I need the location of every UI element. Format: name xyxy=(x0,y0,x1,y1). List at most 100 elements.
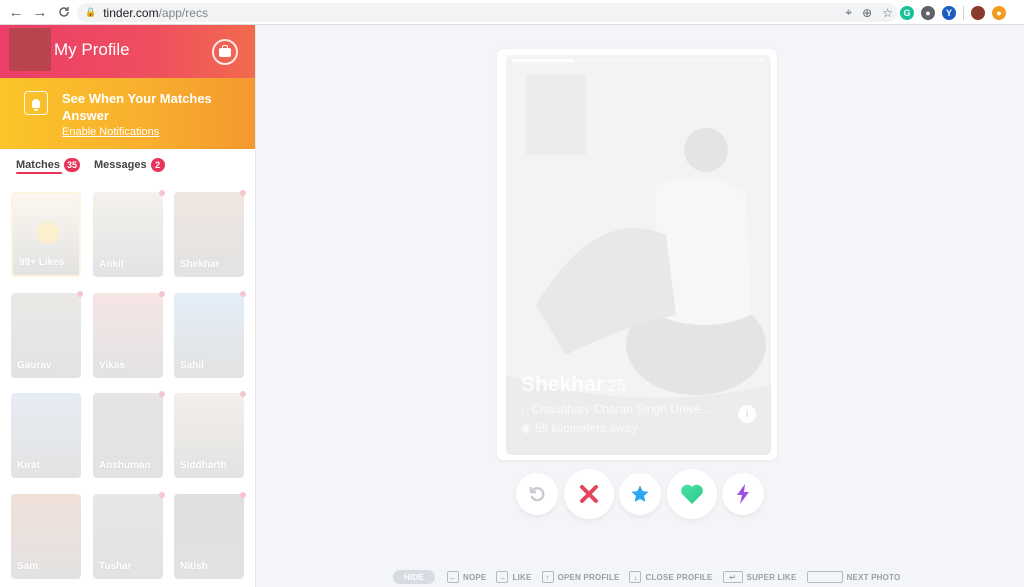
match-tile[interactable]: Tushar xyxy=(93,494,163,579)
star-icon xyxy=(631,485,649,502)
extensions-area: G ● Y ● xyxy=(900,3,1006,22)
briefcase-icon xyxy=(219,44,231,57)
shortcut-label: SUPER LIKE xyxy=(746,572,797,582)
match-name: Vikas xyxy=(99,360,125,371)
bell-icon xyxy=(24,91,48,115)
match-tile[interactable]: Sahil xyxy=(174,293,244,378)
reload-button[interactable] xyxy=(52,0,76,24)
heart-icon xyxy=(681,484,703,504)
notification-title: See When Your Matches Answer xyxy=(62,91,212,123)
grammarly-extension-icon[interactable]: G xyxy=(900,5,914,20)
new-match-dot xyxy=(240,190,246,196)
card-school: ⌂ Chaudhary Charan Singh Unive... xyxy=(521,402,712,416)
match-tile[interactable]: Ankit xyxy=(93,192,163,277)
card-distance: ◉ 55 kilometers away xyxy=(521,421,638,435)
match-name: Kirat xyxy=(17,460,40,471)
shortcut-label: LIKE xyxy=(512,572,532,582)
messages-count-badge: 2 xyxy=(150,158,165,172)
key-icon: ↓ xyxy=(629,571,642,583)
school-text: Chaudhary Charan Singh Unive... xyxy=(531,402,712,416)
extension-gray-icon[interactable]: ● xyxy=(921,5,935,20)
url-path: /app/recs xyxy=(158,5,208,20)
active-tab-indicator xyxy=(16,172,62,174)
sidebar: My Profile See When Your Matches Answer … xyxy=(0,25,256,587)
likes-tile[interactable]: 99+ Likes xyxy=(11,192,81,277)
shortcut-nope: ← NOPE xyxy=(447,571,486,583)
extension-orange-icon[interactable]: ● xyxy=(992,5,1006,20)
profile-avatar[interactable] xyxy=(9,28,51,71)
photo-indicator-rest xyxy=(578,59,764,62)
spacebar-key-icon xyxy=(806,571,843,583)
key-icon: ← xyxy=(447,571,459,583)
extension-blue-v-icon[interactable]: Y xyxy=(942,5,956,20)
enable-notifications-link[interactable]: Enable Notifications xyxy=(62,126,159,138)
rewind-icon xyxy=(529,487,545,502)
info-icon: i xyxy=(745,408,749,420)
match-tile[interactable]: Shekhar xyxy=(174,192,244,277)
card-name: Shekhar xyxy=(521,373,604,396)
key-icon: → xyxy=(496,571,509,583)
new-match-dot xyxy=(77,291,83,297)
match-tile[interactable]: Anshuman xyxy=(93,393,163,478)
address-bar[interactable]: 🔒 tinder.com/app/recs ⌖ ⊕ ☆ xyxy=(77,3,897,22)
shortcut-label: NEXT PHOTO xyxy=(846,572,901,582)
match-name: Sam xyxy=(17,561,39,572)
match-tile[interactable]: Siddharth xyxy=(174,393,244,478)
bookmark-star-icon[interactable]: ☆ xyxy=(882,6,893,20)
nope-button[interactable] xyxy=(564,469,614,519)
profile-header[interactable]: My Profile xyxy=(0,25,255,78)
match-name: Siddharth xyxy=(180,460,227,471)
match-name: Gaurav xyxy=(17,360,52,371)
location-icon[interactable]: ⌖ xyxy=(845,5,852,20)
shortcut-like: → LIKE xyxy=(496,571,531,583)
new-match-dot xyxy=(240,391,246,397)
photo-indicator-active xyxy=(512,59,574,62)
zoom-icon[interactable]: ⊕ xyxy=(862,6,872,20)
tab-messages-label: Messages xyxy=(94,159,147,171)
url-host: tinder.com xyxy=(103,5,159,20)
browser-toolbar: ← → 🔒 tinder.com/app/recs ⌖ ⊕ ☆ G ● Y ● xyxy=(0,0,1024,25)
shortcut-label: CLOSE PROFILE xyxy=(645,572,713,582)
profile-title[interactable]: My Profile xyxy=(54,40,130,60)
like-button[interactable] xyxy=(667,469,717,519)
new-match-dot xyxy=(159,492,165,498)
tab-matches-label: Matches xyxy=(16,159,61,171)
card-age: 25 xyxy=(606,376,626,395)
info-button[interactable]: i xyxy=(738,405,756,423)
shortcut-label: NOPE xyxy=(463,572,487,582)
super-like-button[interactable] xyxy=(619,473,661,515)
profile-card-container: Shekhar 25 ⌂ Chaudhary Charan Singh Unive… xyxy=(497,49,777,460)
key-icon: ↵ xyxy=(722,571,743,583)
likes-gold-icon xyxy=(37,222,59,244)
matches-count-badge: 35 xyxy=(64,158,81,172)
match-tile[interactable]: Vikas xyxy=(93,293,163,378)
new-match-dot xyxy=(159,391,165,397)
forward-button[interactable]: → xyxy=(28,0,52,24)
lock-icon: 🔒 xyxy=(85,7,97,17)
keyboard-shortcuts-bar: HIDE ← NOPE → LIKE ↑ OPEN PROFILE ↓ CLOSE PROFI… xyxy=(393,570,910,584)
tab-messages[interactable]: Messages 2 xyxy=(94,158,165,172)
match-tile[interactable]: Sam xyxy=(11,494,81,579)
profile-card[interactable]: Shekhar 25 ⌂ Chaudhary Charan Singh Unive… xyxy=(506,55,771,455)
match-name: Nitish xyxy=(180,561,208,572)
reload-icon xyxy=(59,7,69,17)
match-name: Sahil xyxy=(180,360,204,371)
match-tile[interactable]: Nitish xyxy=(174,494,244,579)
new-match-dot xyxy=(159,291,165,297)
rewind-button[interactable] xyxy=(516,473,558,515)
match-tile[interactable]: Kirat xyxy=(11,393,81,478)
boost-button[interactable] xyxy=(722,473,764,515)
key-icon: ↑ xyxy=(541,571,554,583)
match-tile[interactable]: Gaurav xyxy=(11,293,81,378)
hide-shortcuts-button[interactable]: HIDE xyxy=(393,570,435,584)
match-name: 99+ Likes xyxy=(19,257,65,268)
toolbar-separator xyxy=(963,5,964,20)
tab-matches[interactable]: Matches 35 xyxy=(16,158,81,172)
forward-arrow-icon: → xyxy=(32,3,48,21)
user-avatar-icon[interactable] xyxy=(971,5,985,20)
back-button[interactable]: ← xyxy=(4,0,28,24)
sidebar-tabs: Matches 35 Messages 2 xyxy=(0,149,255,179)
work-mode-button[interactable] xyxy=(212,39,238,65)
lightning-icon xyxy=(737,484,749,504)
match-name: Ankit xyxy=(99,259,124,270)
